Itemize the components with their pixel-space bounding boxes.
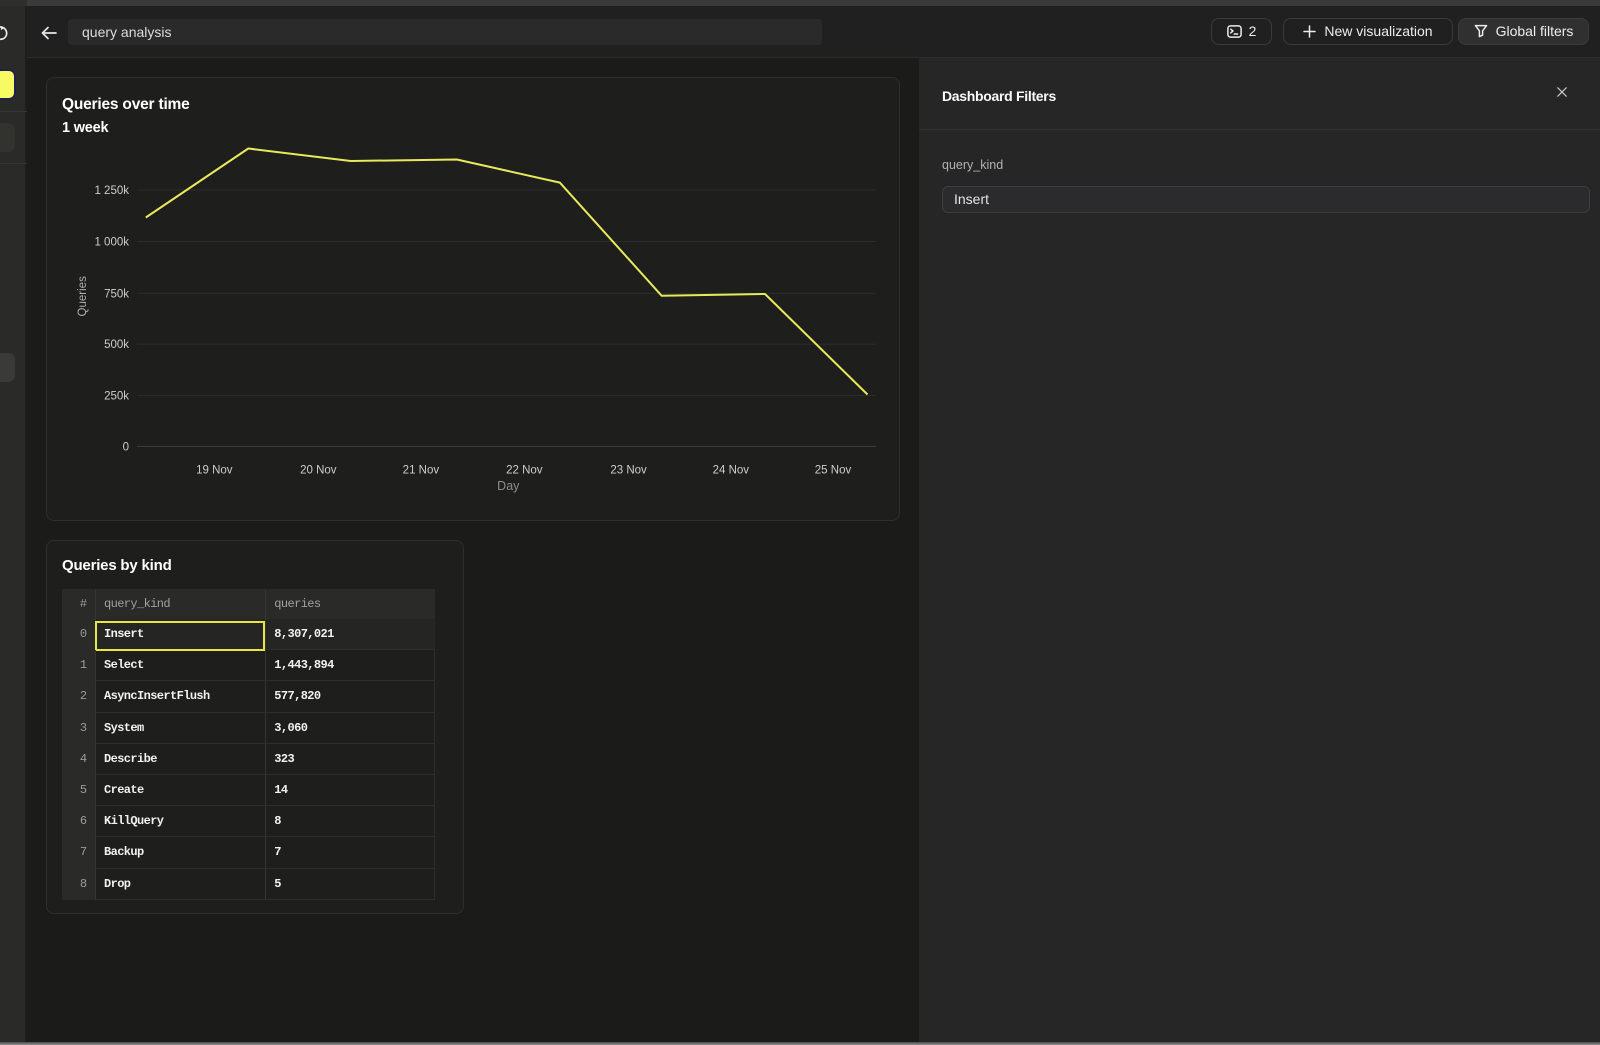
svg-text:24 Nov: 24 Nov [713,465,750,477]
svg-text:Queries: Queries [77,276,89,317]
svg-text:25 Nov: 25 Nov [815,465,852,477]
svg-text:0: 0 [123,441,129,453]
svg-text:22 Nov: 22 Nov [506,465,543,477]
svg-text:1 250k: 1 250k [94,185,129,197]
svg-text:19 Nov: 19 Nov [196,465,233,477]
svg-text:21 Nov: 21 Nov [403,465,440,477]
svg-text:1 000k: 1 000k [94,237,129,249]
svg-text:500k: 500k [104,339,129,351]
svg-text:23 Nov: 23 Nov [610,465,647,477]
svg-text:250k: 250k [104,391,129,403]
svg-text:750k: 750k [104,288,129,300]
svg-text:20 Nov: 20 Nov [300,465,337,477]
svg-text:Day: Day [497,479,520,493]
